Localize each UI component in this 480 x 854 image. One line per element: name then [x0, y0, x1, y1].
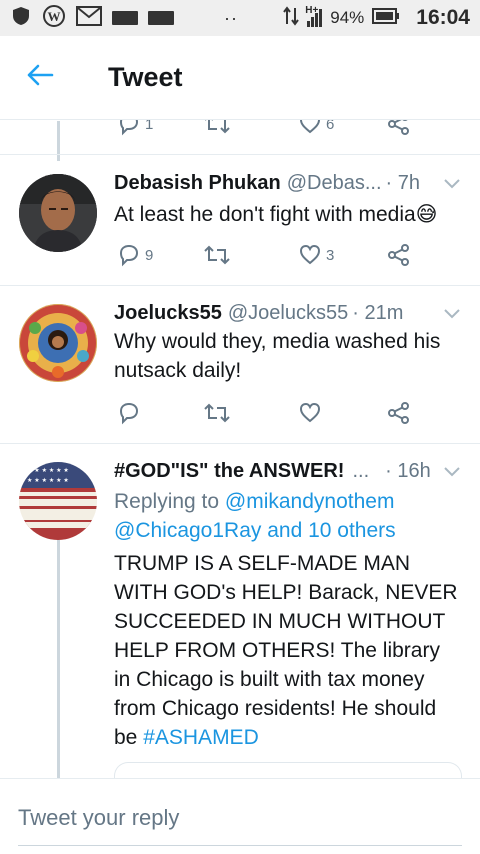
reply-tweet[interactable]: Debasish Phukan @Debas... · 7h At least …: [0, 155, 480, 286]
input-underline: [18, 845, 462, 846]
tweet-text: At least he don't fight with media😅: [114, 203, 438, 226]
tweet-time: · 7h: [385, 172, 420, 194]
page-title: Tweet: [108, 62, 183, 92]
reply-tweet[interactable]: Joelucks55 @Joelucks55 · 21m Why would t…: [0, 286, 480, 444]
notification-icon: [112, 11, 138, 25]
tweet-time: · 16h: [385, 460, 431, 482]
chevron-down-icon[interactable]: [442, 304, 462, 327]
display-name[interactable]: #GOD"IS" the ANSWER!: [114, 460, 344, 483]
reply-count: 9: [145, 246, 154, 264]
app-header: Tweet: [0, 36, 480, 120]
retweet-button[interactable]: [203, 243, 231, 267]
retweet-button[interactable]: [203, 120, 231, 136]
reply-count: 1: [145, 120, 154, 133]
svg-text:W: W: [48, 9, 61, 24]
reply-icon: [119, 120, 139, 136]
like-button[interactable]: 6: [298, 120, 334, 136]
tweet-text: TRUMP IS A SELF-MADE MAN WITH GOD's HELP…: [114, 549, 462, 752]
reply-composer: Tweet your reply: [0, 778, 480, 854]
retweet-icon: [204, 403, 230, 423]
replying-to-prefix: Replying to: [114, 490, 220, 513]
shield-icon: [10, 5, 32, 32]
user-handle[interactable]: @Debas...: [287, 172, 382, 195]
share-button[interactable]: [386, 120, 412, 136]
tweet-time: · 21m: [352, 302, 404, 324]
reply-input[interactable]: Tweet your reply: [18, 805, 179, 831]
battery-icon: [372, 7, 400, 29]
network-type: H+: [305, 5, 319, 16]
share-button[interactable]: [386, 243, 412, 267]
share-icon: [388, 120, 409, 135]
clock: 16:04: [416, 6, 470, 29]
tweet-body: TRUMP IS A SELF-MADE MAN WITH GOD's HELP…: [114, 552, 458, 749]
like-count: 3: [326, 246, 335, 264]
status-bar: W ·· H+ 94% 16:04: [0, 0, 480, 36]
avatar[interactable]: [19, 304, 97, 382]
replying-to: Replying to @mikandynothem @Chicago1Ray …: [114, 487, 462, 545]
retweet-button[interactable]: [203, 401, 231, 425]
retweet-icon: [204, 245, 230, 265]
share-icon: [388, 402, 409, 424]
retweet-icon: [205, 120, 230, 134]
notification-icon: [148, 11, 174, 25]
reply-icon: [119, 402, 139, 425]
back-button[interactable]: [0, 36, 80, 120]
signal-icon: H+: [305, 5, 323, 27]
reply-button[interactable]: [117, 401, 141, 425]
share-icon: [388, 244, 409, 266]
hashtag-link[interactable]: #ASHAMED: [143, 726, 259, 749]
like-button[interactable]: 3: [298, 243, 334, 267]
share-button[interactable]: [386, 401, 412, 425]
reply-button[interactable]: 9: [117, 243, 153, 267]
back-arrow-icon: [26, 63, 54, 92]
partial-action-row: 1 6: [0, 120, 480, 150]
heart-icon: [299, 244, 321, 265]
tweet-header: Joelucks55 @Joelucks55 · 21m: [114, 302, 462, 325]
display-name[interactable]: Debasish Phukan: [114, 172, 281, 195]
user-handle[interactable]: @Joelucks55: [228, 302, 348, 325]
heart-icon: [299, 402, 321, 423]
replying-to-others-link[interactable]: @Chicago1Ray and 10 others: [114, 519, 396, 542]
wordpress-icon: W: [42, 4, 66, 33]
like-count: 6: [326, 120, 335, 133]
avatar[interactable]: ★ ★ ★ ★ ★ ★ ★ ★ ★ ★ ★ ★: [19, 462, 97, 540]
avatar[interactable]: [19, 174, 97, 252]
reply-button[interactable]: 1: [117, 120, 153, 136]
chevron-down-icon[interactable]: [442, 174, 462, 197]
svg-text:★ ★ ★ ★ ★ ★: ★ ★ ★ ★ ★ ★: [27, 467, 69, 474]
svg-text:★ ★ ★ ★ ★ ★: ★ ★ ★ ★ ★ ★: [27, 477, 69, 484]
user-handle[interactable]: ...: [352, 460, 369, 483]
gmail-icon: [76, 5, 102, 32]
tweet-header: Debasish Phukan @Debas... · 7h: [114, 172, 462, 195]
like-button[interactable]: [298, 401, 322, 425]
heart-icon: [299, 120, 321, 134]
tweet-header: #GOD"IS" the ANSWER! ... · 16h: [114, 460, 462, 483]
reply-tweet[interactable]: ★ ★ ★ ★ ★ ★ ★ ★ ★ ★ ★ ★ #GOD"IS" the ANS…: [0, 444, 480, 778]
chevron-down-icon[interactable]: [442, 462, 462, 485]
reply-icon: [119, 244, 139, 267]
tweet-text: Why would they, media washed his nutsack…: [114, 330, 441, 382]
replying-to-user-link[interactable]: @mikandynothem: [225, 490, 395, 513]
more-notifications-icon: ··: [224, 7, 238, 28]
battery-percent: 94%: [330, 8, 365, 27]
display-name[interactable]: Joelucks55: [114, 302, 222, 325]
data-transfer-icon: [283, 5, 300, 31]
